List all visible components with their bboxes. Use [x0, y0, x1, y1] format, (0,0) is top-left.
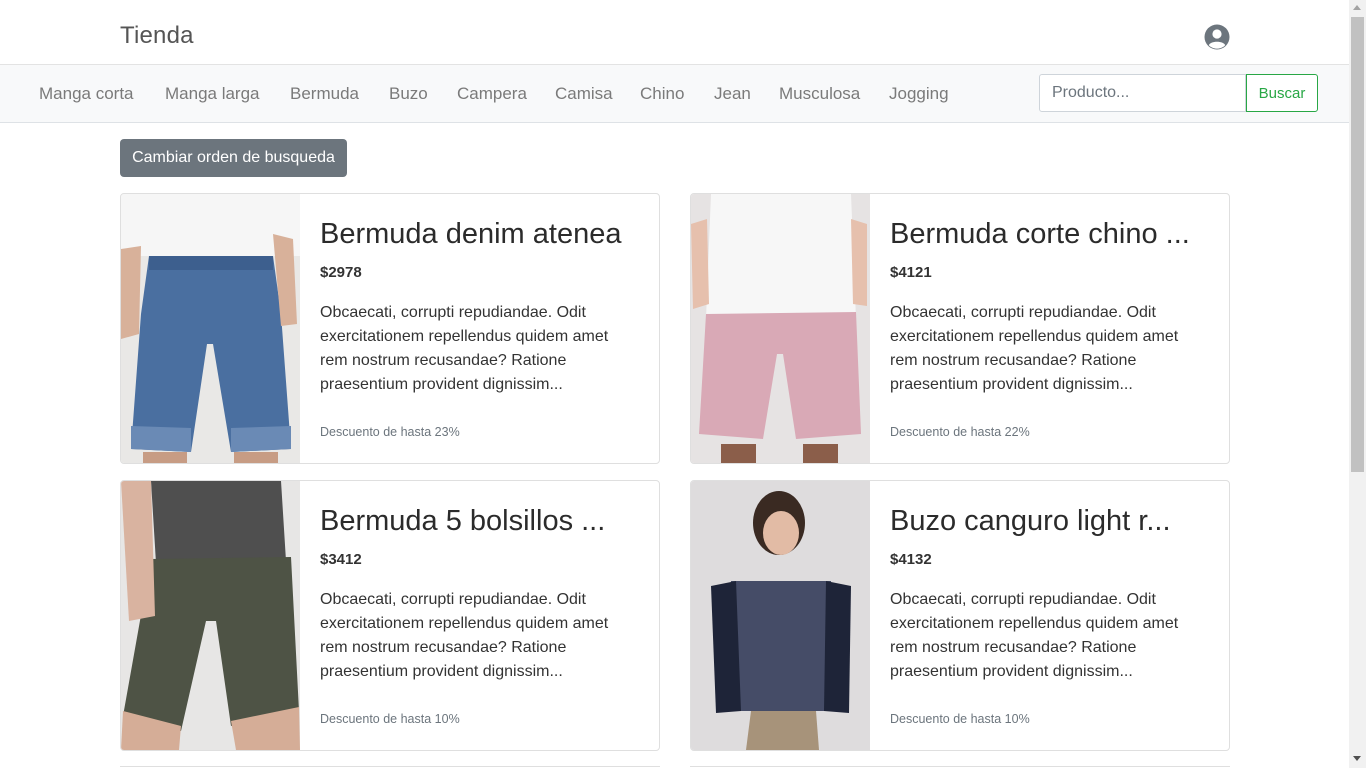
product-discount: Descuento de hasta 22% [890, 425, 1030, 439]
product-card[interactable]: Bermuda denim atenea $2978 Obcaecati, co… [120, 193, 660, 464]
product-card[interactable]: Buzo canguro light r... $4132 Obcaecati,… [690, 480, 1230, 751]
product-image[interactable] [121, 194, 300, 463]
top-header: Tienda [0, 0, 1349, 65]
product-description: Obcaecati, corrupti repudiandae. Odit ex… [320, 591, 609, 680]
change-sort-order-button[interactable]: Cambiar orden de busqueda [120, 139, 347, 177]
product-price: $4132 [890, 551, 932, 568]
scrollbar-thumb[interactable] [1351, 17, 1364, 472]
product-description: Obcaecati, corrupti repudiandae. Odit ex… [320, 304, 609, 393]
nav-item-manga-larga[interactable]: Manga larga [165, 84, 260, 104]
nav-item-musculosa[interactable]: Musculosa [779, 84, 860, 104]
product-image[interactable] [691, 194, 870, 463]
brand-logo[interactable]: Tienda [120, 22, 194, 50]
category-navbar: Manga corta Manga larga Bermuda Buzo Cam… [0, 65, 1349, 123]
nav-item-bermuda[interactable]: Bermuda [290, 84, 359, 104]
product-description: Obcaecati, corrupti repudiandae. Odit ex… [890, 304, 1179, 393]
nav-item-chino[interactable]: Chino [640, 84, 684, 104]
product-discount: Descuento de hasta 10% [890, 712, 1030, 726]
product-price: $3412 [320, 551, 362, 568]
nav-item-campera[interactable]: Campera [457, 84, 527, 104]
product-price: $2978 [320, 264, 362, 281]
product-title[interactable]: Bermuda 5 bolsillos ... [320, 501, 640, 541]
nav-item-manga-corta[interactable]: Manga corta [39, 84, 134, 104]
product-title[interactable]: Bermuda corte chino ... [890, 214, 1210, 254]
product-title[interactable]: Bermuda denim atenea [320, 214, 640, 254]
nav-item-camisa[interactable]: Camisa [555, 84, 613, 104]
nav-item-jogging[interactable]: Jogging [889, 84, 949, 104]
scroll-down-arrow-icon[interactable] [1353, 756, 1361, 761]
product-title[interactable]: Buzo canguro light r... [890, 501, 1210, 541]
product-discount: Descuento de hasta 10% [320, 712, 460, 726]
product-price: $4121 [890, 264, 932, 281]
product-card[interactable]: Bermuda corte chino ... $4121 Obcaecati,… [690, 193, 1230, 464]
product-description: Obcaecati, corrupti repudiandae. Odit ex… [890, 591, 1179, 680]
search-button[interactable]: Buscar [1246, 74, 1318, 112]
scroll-up-arrow-icon[interactable] [1353, 5, 1361, 10]
search-input[interactable] [1039, 74, 1246, 112]
nav-item-jean[interactable]: Jean [714, 84, 751, 104]
product-image[interactable] [691, 481, 870, 750]
page-scrollbar[interactable] [1349, 0, 1366, 768]
nav-item-buzo[interactable]: Buzo [389, 84, 428, 104]
product-card[interactable]: Bermuda 5 bolsillos ... $3412 Obcaecati,… [120, 480, 660, 751]
user-account-icon[interactable] [1204, 24, 1230, 50]
product-discount: Descuento de hasta 23% [320, 425, 460, 439]
product-image[interactable] [121, 481, 300, 750]
